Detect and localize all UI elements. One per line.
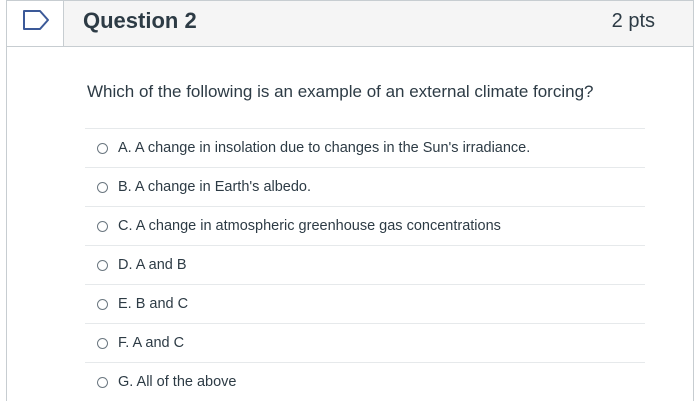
answer-list: A. A change in insolation due to changes… <box>85 128 645 401</box>
answer-option-c[interactable]: C. A change in atmospheric greenhouse ga… <box>85 206 645 245</box>
answer-label: A. A change in insolation due to changes… <box>118 140 531 156</box>
answer-label: F. A and C <box>118 335 185 351</box>
bookmark-flag-icon[interactable] <box>22 9 50 31</box>
radio-button[interactable] <box>97 181 108 193</box>
answer-option-f[interactable]: F. A and C <box>85 323 645 362</box>
question-header: Question 2 2 pts <box>7 0 693 47</box>
radio-button[interactable] <box>97 298 108 310</box>
radio-button[interactable] <box>97 337 108 349</box>
answer-label: G. All of the above <box>118 374 237 390</box>
answer-label: E. B and C <box>118 296 189 312</box>
radio-button[interactable] <box>97 259 108 271</box>
answer-option-d[interactable]: D. A and B <box>85 245 645 284</box>
question-title: Question 2 <box>83 8 197 33</box>
question-card: Question 2 2 pts Which of the following … <box>6 0 694 401</box>
answer-option-a[interactable]: A. A change in insolation due to changes… <box>85 128 645 167</box>
flag-question-button[interactable] <box>7 1 64 46</box>
answer-label: D. A and B <box>118 257 187 273</box>
radio-button[interactable] <box>97 142 108 154</box>
question-points: 2 pts <box>611 10 655 32</box>
answer-label: C. A change in atmospheric greenhouse ga… <box>118 218 501 234</box>
answer-option-b[interactable]: B. A change in Earth's albedo. <box>85 167 645 206</box>
answer-label: B. A change in Earth's albedo. <box>118 179 312 195</box>
answer-option-e[interactable]: E. B and C <box>85 284 645 323</box>
radio-button[interactable] <box>97 220 108 232</box>
answer-option-g[interactable]: G. All of the above <box>85 362 645 401</box>
question-text: Which of the following is an example of … <box>87 82 594 101</box>
radio-button[interactable] <box>97 376 108 388</box>
